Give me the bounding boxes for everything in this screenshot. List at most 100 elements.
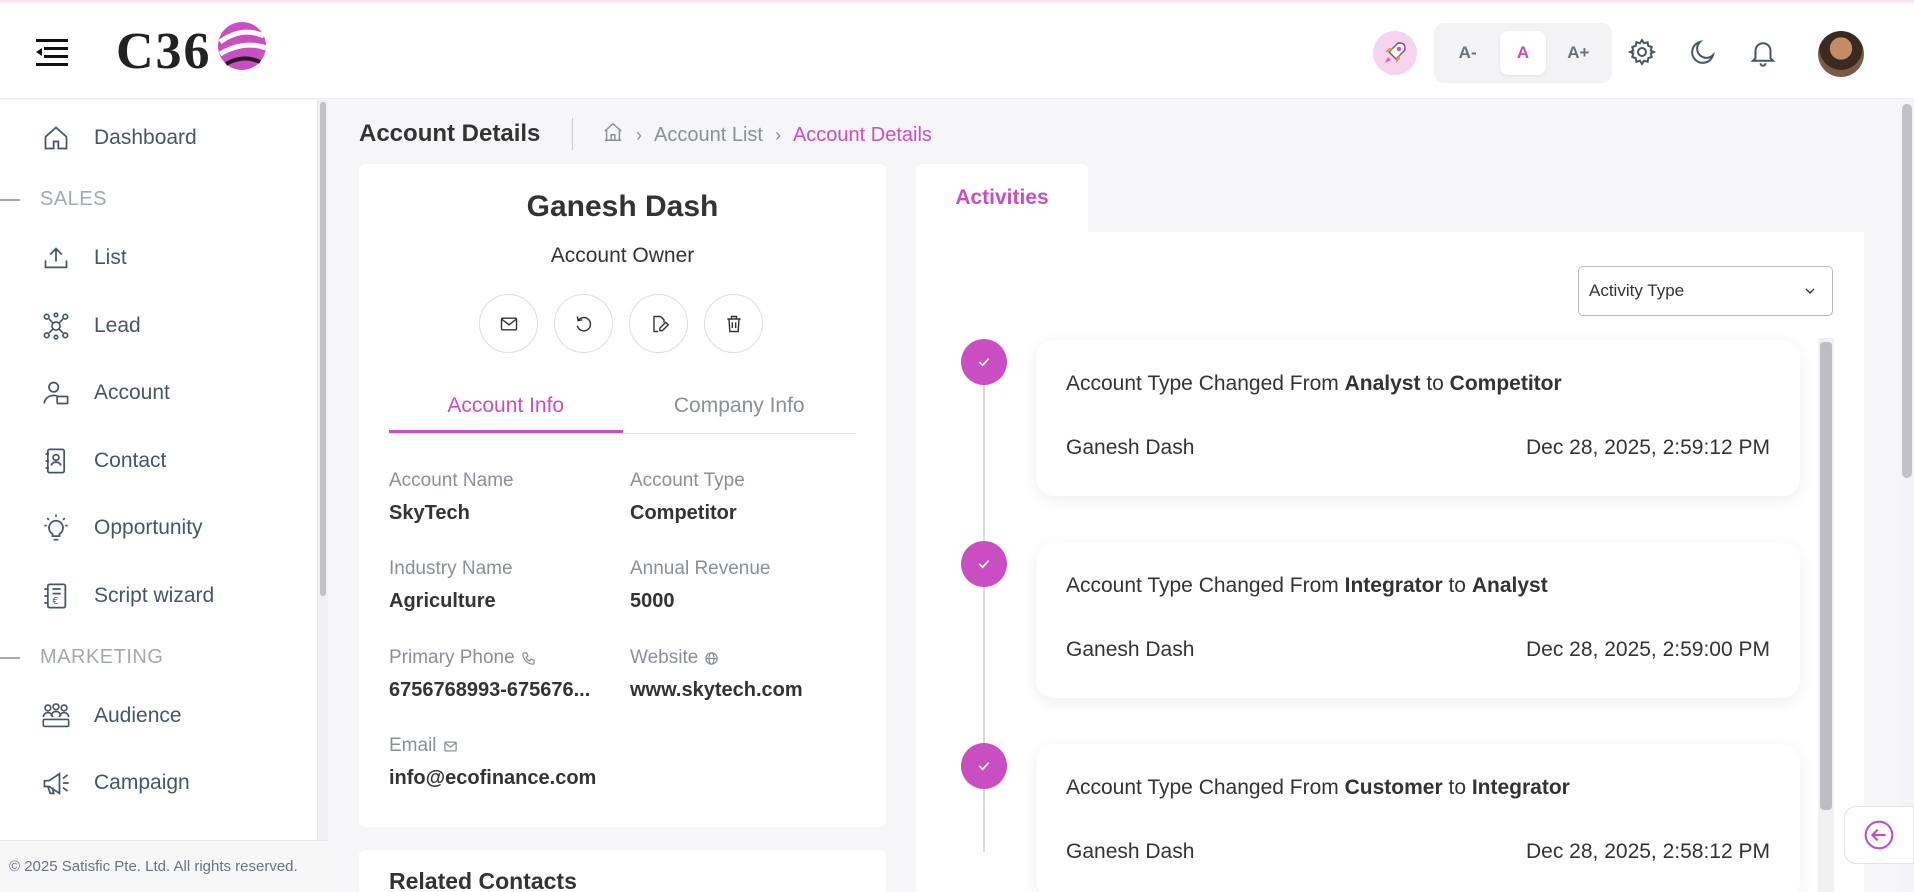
sidebar-item-label: Lead <box>94 314 141 337</box>
refresh-button[interactable] <box>554 294 613 353</box>
home-icon <box>40 122 72 154</box>
arrow-left-circle-icon <box>1864 820 1894 850</box>
sidebar-item-audience[interactable]: Audience <box>40 696 182 736</box>
field-primary-phone: Primary Phone 6756768993-675676... <box>389 647 591 701</box>
undo-icon <box>576 315 591 332</box>
collapse-panel-button[interactable] <box>1844 806 1914 864</box>
mail-icon <box>500 316 517 331</box>
email-link[interactable]: info@ecofinance.com <box>389 767 689 790</box>
account-actions <box>479 294 763 353</box>
rocket-icon[interactable] <box>1373 31 1417 75</box>
owner-role: Account Owner <box>550 244 695 267</box>
sidebar-scrollbar-thumb[interactable] <box>320 102 326 596</box>
activity-type-select[interactable]: Activity Type <box>1578 266 1833 316</box>
activity-item: Account Type Changed From Integrator to … <box>1036 542 1800 698</box>
activity-timestamp: Dec 28, 2025, 2:59:12 PM <box>1526 436 1770 459</box>
delete-button[interactable] <box>704 294 763 353</box>
sidebar-item-label: Account <box>94 381 170 404</box>
activities-scrollbar-thumb[interactable] <box>1820 342 1832 810</box>
lightbulb-icon <box>40 512 72 544</box>
activity-item: Account Type Changed From Analyst to Com… <box>1036 340 1800 496</box>
field-annual-revenue: Annual Revenue 5000 <box>630 558 771 612</box>
account-summary-card: Ganesh Dash Account Owner Account Info C… <box>359 164 886 827</box>
sidebar-section-marketing: MARKETING <box>0 646 163 669</box>
website-link[interactable]: www.skytech.com <box>630 679 860 702</box>
breadcrumb-separator-icon: › <box>774 124 781 145</box>
field-website: Website www.skytech.com <box>630 647 860 702</box>
sidebar-section-sales: SALES <box>0 188 107 211</box>
sidebar-item-label: Contact <box>94 449 167 472</box>
sidebar-item-list[interactable]: List <box>40 238 127 278</box>
contact-book-icon <box>40 445 72 477</box>
sidebar-item-label: Script wizard <box>94 584 215 607</box>
activity-user: Ganesh Dash <box>1066 436 1195 459</box>
activities-panel: Activity Type Account Type Changed From … <box>916 232 1864 892</box>
sidebar-item-label: Opportunity <box>94 516 203 539</box>
activity-user: Ganesh Dash <box>1066 840 1195 863</box>
related-contacts-title: Related Contacts <box>389 868 577 892</box>
title-divider <box>572 118 573 150</box>
account-tabs: Account Info Company Info <box>389 388 856 434</box>
menu-toggle-icon[interactable] <box>34 37 70 67</box>
dark-mode-moon-icon[interactable] <box>1686 35 1720 69</box>
breadcrumb-home-icon[interactable] <box>602 121 624 149</box>
font-size-controls: A- A A+ <box>1434 23 1612 83</box>
user-avatar[interactable] <box>1818 31 1864 77</box>
trash-icon <box>726 315 741 332</box>
sidebar-item-campaign[interactable]: Campaign <box>40 763 190 803</box>
sidebar-item-label: List <box>94 246 127 269</box>
script-icon: € <box>40 580 72 612</box>
megaphone-icon <box>40 767 72 799</box>
related-contacts-card: Related Contacts <box>359 850 886 892</box>
check-icon <box>961 339 1007 385</box>
settings-gear-icon[interactable] <box>1625 35 1659 69</box>
email-button[interactable] <box>479 294 538 353</box>
sidebar: Dashboard SALES List Lead Account Contac… <box>0 100 318 892</box>
logo-globe-icon <box>217 22 267 70</box>
sidebar-item-contact[interactable]: Contact <box>40 441 166 481</box>
phone-icon <box>521 651 535 665</box>
breadcrumb-current: Account Details <box>792 123 932 146</box>
field-account-type: Account Type Competitor <box>630 470 745 524</box>
activity-timestamp: Dec 28, 2025, 2:58:12 PM <box>1526 840 1770 863</box>
top-header: C36 A- A A+ <box>0 3 1914 99</box>
activity-user: Ganesh Dash <box>1066 638 1195 661</box>
brand-logo[interactable]: C36 <box>116 21 270 81</box>
sidebar-item-label: Dashboard <box>94 126 197 149</box>
chevron-down-icon <box>1805 288 1815 294</box>
page-scrollbar-thumb[interactable] <box>1902 104 1912 478</box>
font-normal-button[interactable]: A <box>1499 31 1546 75</box>
svg-text:€: € <box>53 596 59 607</box>
check-icon <box>961 541 1007 587</box>
sidebar-item-label: Audience <box>94 704 182 727</box>
sidebar-item-dashboard[interactable]: Dashboard <box>40 118 197 158</box>
sidebar-item-account[interactable]: Account <box>40 373 170 413</box>
sidebar-item-label: Campaign <box>94 771 190 794</box>
edit-button[interactable] <box>629 294 688 353</box>
page-title: Account Details <box>359 120 541 147</box>
tab-activities[interactable]: Activities <box>916 164 1088 232</box>
notifications-bell-icon[interactable] <box>1746 35 1780 69</box>
globe-icon <box>705 651 719 665</box>
field-email: Email info@ecofinance.com <box>389 735 689 790</box>
field-account-name: Account Name SkyTech <box>389 470 514 524</box>
tab-account-info[interactable]: Account Info <box>389 388 623 433</box>
font-increase-button[interactable]: A+ <box>1555 31 1601 75</box>
copyright-footer: © 2025 Satisfic Pte. Ltd. All rights res… <box>0 840 328 892</box>
activity-timestamp: Dec 28, 2025, 2:59:00 PM <box>1526 638 1770 661</box>
upload-icon <box>40 242 72 274</box>
mail-icon <box>443 741 457 751</box>
audience-icon <box>40 700 72 732</box>
tab-company-info[interactable]: Company Info <box>623 388 857 433</box>
logo-text: C36 <box>116 22 212 80</box>
breadcrumb: › Account List › Account Details <box>602 121 932 149</box>
network-icon <box>40 310 72 342</box>
activity-item: Account Type Changed From Customer to In… <box>1036 744 1800 892</box>
sidebar-item-lead[interactable]: Lead <box>40 306 141 346</box>
breadcrumb-separator-icon: › <box>636 124 642 145</box>
sidebar-item-script-wizard[interactable]: € Script wizard <box>40 576 214 616</box>
breadcrumb-account-list[interactable]: Account List <box>654 124 763 147</box>
sidebar-item-opportunity[interactable]: Opportunity <box>40 508 203 548</box>
field-industry-name: Industry Name Agriculture <box>389 558 513 612</box>
font-decrease-button[interactable]: A- <box>1445 31 1491 75</box>
